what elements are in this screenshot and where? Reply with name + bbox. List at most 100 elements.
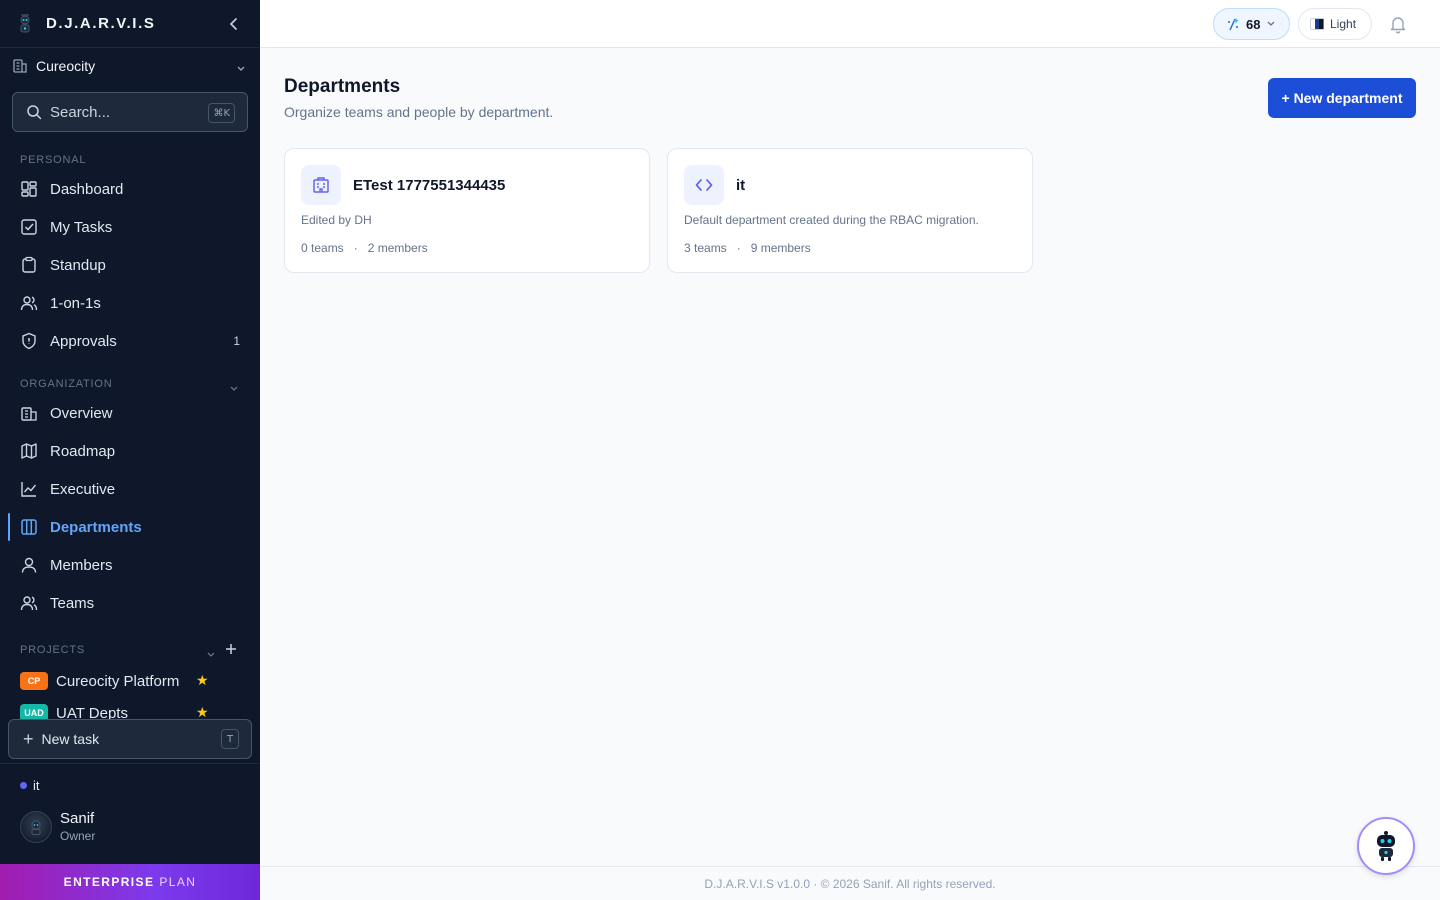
team-count: 0 teams: [301, 241, 344, 255]
department-card[interactable]: ETest 1777551344435 Edited by DH 0 teams…: [284, 148, 650, 273]
theme-icon: [1310, 18, 1324, 30]
sidebar-item-approvals[interactable]: Approvals 1: [8, 323, 252, 359]
plus-icon: +: [23, 729, 34, 749]
sidebar-item-label: My Tasks: [50, 218, 113, 236]
sidebar-item-label: Departments: [50, 518, 142, 536]
building-icon: [313, 177, 329, 193]
plan-word-2: PLAN: [159, 875, 197, 889]
project-item[interactable]: CP Cureocity Platform ★: [20, 670, 240, 692]
current-department[interactable]: it: [20, 778, 40, 793]
new-task-button[interactable]: + New task T: [8, 719, 252, 759]
sidebar-item-label: 1-on-1s: [50, 294, 101, 312]
sidebar-item-executive[interactable]: Executive: [8, 471, 252, 507]
separator: ·: [736, 241, 741, 255]
department-icon: [684, 165, 724, 205]
project-badge: CP: [20, 672, 48, 690]
department-dot: [20, 782, 27, 789]
plan-word-1: ENTERPRISE: [63, 875, 155, 889]
bell-icon[interactable]: [1388, 14, 1408, 34]
page-title: Departments: [284, 76, 401, 97]
sidebar-item-standup[interactable]: Standup: [8, 247, 252, 283]
sidebar-item-label: Members: [50, 556, 113, 574]
department-meta: 3 teams · 9 members: [684, 241, 811, 255]
sidebar-item-label: Executive: [50, 480, 116, 498]
project-name: Cureocity Platform: [56, 672, 180, 690]
chevron-down-icon[interactable]: [206, 646, 216, 664]
user-role: Owner: [60, 829, 96, 843]
score-value: 68: [1246, 16, 1261, 32]
user-profile[interactable]: Sanif Owner: [20, 810, 95, 843]
sidebar-item-label: Teams: [50, 594, 95, 612]
star-icon[interactable]: ★: [196, 672, 209, 689]
sidebar-item-label: Roadmap: [50, 442, 116, 460]
department-name: ETest 1777551344435: [353, 177, 506, 194]
sidebar-item-departments[interactable]: Departments: [8, 509, 252, 545]
theme-toggle[interactable]: Light: [1298, 8, 1372, 40]
sidebar-item-label: Approvals: [50, 332, 117, 350]
sidebar-item-1-on-1s[interactable]: 1-on-1s: [8, 285, 252, 321]
member-count: 2 members: [367, 241, 428, 255]
new-task-shortcut: T: [221, 729, 239, 749]
code-icon: [695, 179, 713, 191]
add-project-button[interactable]: [225, 642, 237, 660]
current-department-label: it: [33, 778, 40, 793]
sidebar-item-label: Standup: [50, 256, 106, 274]
topbar: 68 Light: [260, 0, 1440, 48]
separator: ·: [353, 241, 358, 255]
department-icon: [301, 165, 341, 205]
approvals-count-badge: 1: [233, 334, 240, 348]
chevron-left-icon: [229, 18, 237, 30]
org-name: Cureocity: [36, 58, 96, 74]
map-icon: [20, 442, 38, 460]
sidebar: D.J.A.R.V.I.S Cureocity Search... ⌘K PER…: [0, 0, 260, 900]
chevron-down-icon: [236, 60, 246, 78]
department-meta: 0 teams · 2 members: [301, 241, 428, 255]
search-input[interactable]: Search... ⌘K: [12, 92, 248, 132]
chevron-down-icon: [1266, 20, 1276, 28]
assistant-bot-button[interactable]: [1357, 817, 1415, 875]
team-count: 3 teams: [684, 241, 727, 255]
grid-icon: [20, 180, 38, 198]
avatar: [20, 810, 52, 843]
shield-icon: [20, 332, 38, 350]
users-icon: [20, 294, 38, 312]
department-name: it: [736, 177, 746, 194]
plus-icon: [226, 644, 236, 654]
section-label-personal: PERSONAL: [20, 154, 87, 166]
department-description: Edited by DH: [301, 213, 372, 227]
sidebar-item-overview[interactable]: Overview: [8, 395, 252, 431]
org-switcher[interactable]: Cureocity: [0, 48, 260, 84]
score-pill[interactable]: 68: [1213, 8, 1290, 40]
footer-text: D.J.A.R.V.I.S v1.0.0 · © 2026 Sanif. All…: [704, 876, 996, 891]
sidebar-item-dashboard[interactable]: Dashboard: [8, 171, 252, 207]
sidebar-item-label: Overview: [50, 404, 113, 422]
new-department-button[interactable]: + New department: [1268, 78, 1416, 118]
sidebar-item-roadmap[interactable]: Roadmap: [8, 433, 252, 469]
user-name: Sanif: [60, 810, 95, 827]
chart-line-icon: [20, 480, 38, 498]
sidebar-item-label: Dashboard: [50, 180, 124, 198]
brand: D.J.A.R.V.I.S: [0, 0, 260, 48]
search-shortcut: ⌘K: [208, 103, 235, 123]
department-card[interactable]: it Default department created during the…: [667, 148, 1033, 273]
sparkle-icon: [1226, 17, 1240, 31]
new-task-label: New task: [41, 731, 100, 747]
building-icon: [20, 404, 38, 422]
sidebar-item-teams[interactable]: Teams: [8, 585, 252, 621]
sidebar-item-members[interactable]: Members: [8, 547, 252, 583]
collapse-sidebar-button[interactable]: [224, 14, 244, 34]
divider: [0, 763, 260, 764]
plan-banner: ENTERPRISE PLAN: [0, 864, 260, 900]
sidebar-item-my-tasks[interactable]: My Tasks: [8, 209, 252, 245]
robot-icon: [1377, 831, 1395, 861]
team-icon: [20, 594, 38, 612]
app-name: D.J.A.R.V.I.S: [46, 15, 156, 32]
columns-icon: [20, 518, 38, 536]
footer: D.J.A.R.V.I.S v1.0.0 · © 2026 Sanif. All…: [260, 866, 1440, 900]
section-label-organization: ORGANIZATION: [20, 378, 113, 390]
robot-logo-icon: [16, 13, 34, 35]
clipboard-icon: [20, 256, 38, 274]
member-count: 9 members: [750, 241, 811, 255]
active-indicator: [8, 513, 10, 541]
page-subtitle: Organize teams and people by department.: [284, 104, 554, 120]
